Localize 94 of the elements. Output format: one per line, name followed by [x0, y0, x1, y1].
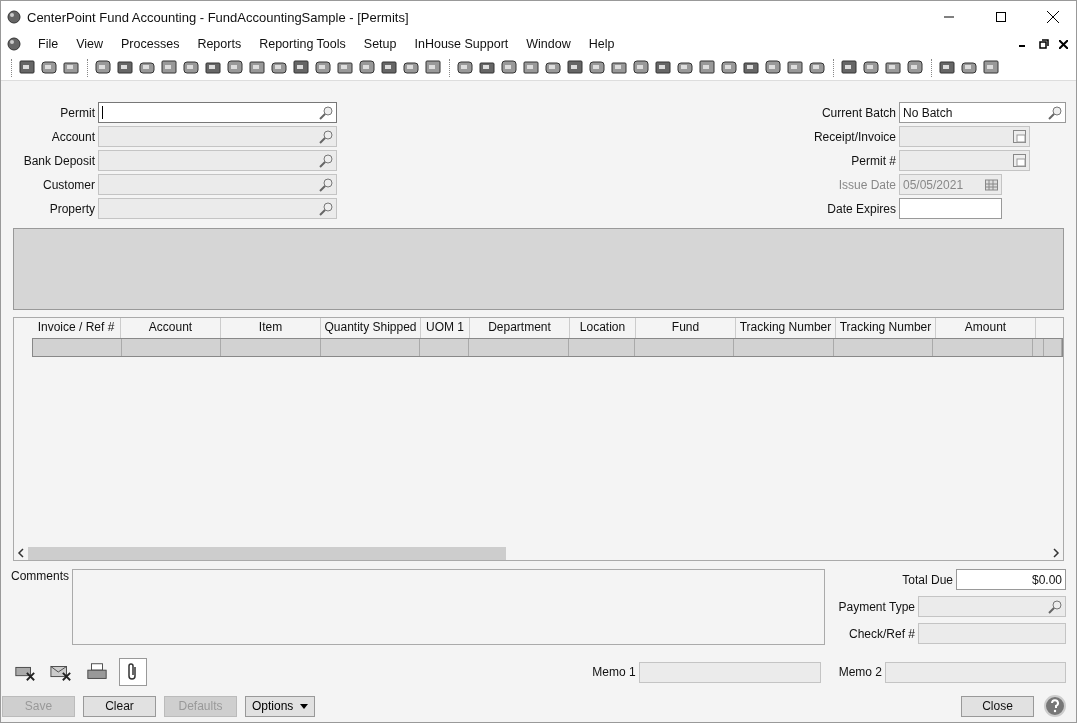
- toolbar-icon[interactable]: [63, 59, 80, 76]
- toolbar-icon[interactable]: [227, 59, 244, 76]
- field-label: Account: [50, 129, 95, 144]
- close-dialog-button[interactable]: Close: [961, 695, 1034, 717]
- toolbar-icon[interactable]: [161, 59, 178, 76]
- toolbar-icon[interactable]: [611, 59, 628, 76]
- close-icon[interactable]: [1059, 39, 1068, 49]
- toolbar-icon[interactable]: [117, 59, 134, 76]
- field-label: Issue Date: [837, 177, 896, 192]
- comments-field[interactable]: [72, 569, 825, 645]
- field-label: Property: [48, 201, 95, 216]
- search-icon[interactable]: [1048, 105, 1062, 120]
- field-label: Memo 1: [592, 665, 636, 679]
- input-field[interactable]: [918, 623, 1066, 644]
- menu-item[interactable]: Reporting Tools: [250, 37, 355, 51]
- toolbar-icon[interactable]: [479, 59, 496, 76]
- field-label: Permit #: [850, 153, 896, 168]
- input-field[interactable]: $0.00: [956, 569, 1066, 590]
- toolbar-icon[interactable]: [403, 59, 420, 76]
- toolbar-icon[interactable]: [271, 59, 288, 76]
- input-field[interactable]: [918, 596, 1066, 617]
- toolbar-icon[interactable]: [293, 59, 310, 76]
- menu-item[interactable]: Setup: [354, 37, 406, 51]
- toolbar-icon[interactable]: [41, 59, 58, 76]
- menu-item[interactable]: Processes: [112, 37, 189, 51]
- toolbar-icon[interactable]: [787, 59, 804, 76]
- menu-item[interactable]: View: [67, 37, 113, 51]
- search-icon[interactable]: [319, 105, 333, 120]
- field-label: Current Batch: [820, 105, 896, 120]
- toolbar-icon[interactable]: [545, 59, 562, 76]
- close-icon[interactable]: [1047, 11, 1059, 23]
- field-label: Customer: [42, 177, 95, 192]
- input-field[interactable]: [885, 661, 1066, 683]
- toolbar-icon[interactable]: [961, 59, 978, 76]
- toolbar-icon[interactable]: [633, 59, 650, 76]
- menu-item[interactable]: File: [29, 37, 68, 51]
- input-field[interactable]: No Batch: [899, 102, 1066, 123]
- toolbar-icon[interactable]: [425, 59, 442, 76]
- toolbar-icon[interactable]: [721, 59, 738, 76]
- toolbar-icon[interactable]: [699, 59, 716, 76]
- toolbar-icon[interactable]: [501, 59, 518, 76]
- toolbar-icon[interactable]: [567, 59, 584, 76]
- field-label: Permit: [59, 105, 95, 120]
- menu-item[interactable]: Window: [517, 37, 580, 51]
- attachment-icon[interactable]: [119, 658, 147, 686]
- toolbar-icon[interactable]: [457, 59, 474, 76]
- toolbar-icon[interactable]: [841, 59, 858, 76]
- toolbar-icon[interactable]: [765, 59, 782, 76]
- menu-item[interactable]: Reports: [188, 37, 251, 51]
- field-label: Check/Ref #: [847, 626, 915, 641]
- window-title: CenterPoint Fund Accounting - FundAccountingSample - [Permits]: [27, 9, 410, 25]
- toolbar-icon[interactable]: [249, 59, 266, 76]
- field-label: Date Expires: [826, 201, 896, 216]
- input-field[interactable]: [638, 661, 821, 683]
- toolbar-icon[interactable]: [655, 59, 672, 76]
- options-button[interactable]: Options: [245, 695, 315, 717]
- toolbar-icon[interactable]: [983, 59, 1000, 76]
- field-label: Total Due: [901, 572, 953, 587]
- toolbar-icon[interactable]: [907, 59, 924, 76]
- scrollbar-thumb[interactable]: [28, 546, 506, 560]
- toolbar-icon[interactable]: [743, 59, 760, 76]
- menu-item[interactable]: InHouse Support: [405, 37, 518, 51]
- toolbar-icon[interactable]: [183, 59, 200, 76]
- toolbar-icon[interactable]: [523, 59, 540, 76]
- toolbar-icon[interactable]: [589, 59, 606, 76]
- toolbar-icon[interactable]: [337, 59, 354, 76]
- lookup-field[interactable]: [98, 102, 337, 123]
- toolbar-icon[interactable]: [863, 59, 880, 76]
- toolbar-icon[interactable]: [139, 59, 156, 76]
- app-logo-icon: [7, 10, 21, 24]
- text-cursor: [102, 106, 103, 119]
- toolbar-icon[interactable]: [19, 59, 36, 76]
- search-icon[interactable]: [1048, 599, 1062, 614]
- menu-item[interactable]: Help: [579, 37, 624, 51]
- help-icon[interactable]: [1044, 695, 1066, 717]
- maximize-icon[interactable]: [996, 12, 1006, 22]
- toolbar-icon[interactable]: [315, 59, 332, 76]
- field-label: Memo 2: [838, 665, 882, 679]
- app-logo-icon[interactable]: [7, 37, 21, 51]
- field-label: Payment Type: [837, 599, 915, 614]
- toolbar-icon[interactable]: [95, 59, 112, 76]
- toolbar-icon[interactable]: [677, 59, 694, 76]
- toolbar-icon[interactable]: [885, 59, 902, 76]
- caret-icon: [300, 703, 308, 709]
- toolbar-icon[interactable]: [809, 59, 826, 76]
- field-label: Bank Deposit: [22, 153, 95, 168]
- action-button[interactable]: Clear: [83, 695, 156, 717]
- toolbar-icon[interactable]: [205, 59, 222, 76]
- input-field[interactable]: [899, 198, 1002, 219]
- restore-icon[interactable]: [1039, 39, 1049, 49]
- toolbar-icon[interactable]: [381, 59, 398, 76]
- toolbar-icon[interactable]: [939, 59, 956, 76]
- toolbar-icon[interactable]: [359, 59, 376, 76]
- field-label: Receipt/Invoice: [812, 129, 896, 144]
